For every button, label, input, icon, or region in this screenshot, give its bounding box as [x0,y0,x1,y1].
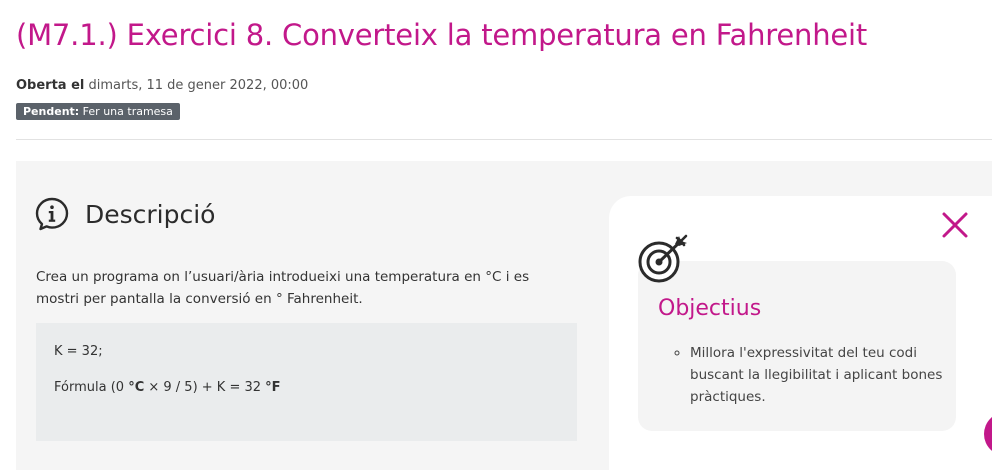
status-value: Fer una tramesa [79,105,173,118]
formula-celsius: °C [128,380,145,395]
info-icon [35,197,69,231]
code-line-constant: K = 32; [54,344,103,359]
divider [16,139,992,140]
objectives-list: Millora l'expressivitat del teu codi bus… [670,342,950,408]
status-badge: Pendent: Fer una tramesa [16,103,180,120]
status-label: Pendent: [23,105,80,118]
code-line-formula: Fórmula (0 °C × 9 / 5) + K = 32 °F [54,380,281,395]
target-icon [638,234,688,283]
formula-middle: × 9 / 5) + K = 32 [144,380,266,395]
opened-date: Oberta el dimarts, 11 de gener 2022, 00:… [16,78,308,93]
formula-fahrenheit: °F [265,380,281,395]
close-icon[interactable] [940,210,970,240]
opened-label: Oberta el [16,78,85,93]
page-title: (M7.1.) Exercici 8. Converteix la temper… [16,18,868,52]
description-heading: Descripció [85,200,216,229]
description-text: Crea un programa on l’usuari/ària introd… [36,269,530,307]
objectives-title: Objectius [658,296,762,321]
formula-prefix: Fórmula (0 [54,380,129,395]
objective-item: Millora l'expressivitat del teu codi bus… [690,342,950,408]
code-box: K = 32; Fórmula (0 °C × 9 / 5) + K = 32 … [36,323,577,441]
opened-date-value: dimarts, 11 de gener 2022, 00:00 [84,78,309,93]
